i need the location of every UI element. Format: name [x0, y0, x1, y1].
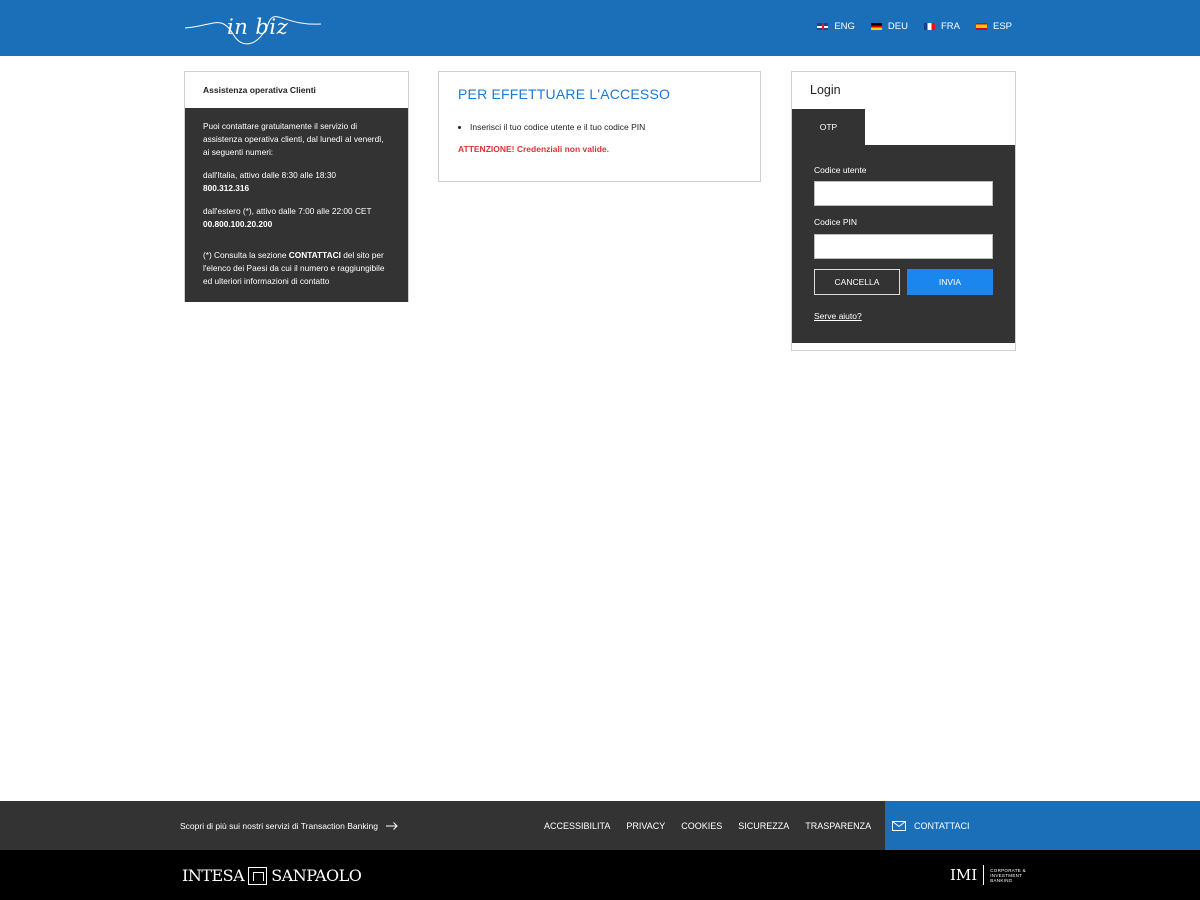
assistance-title: Assistenza operativa Clienti [185, 72, 408, 108]
discover-link[interactable]: Scopri di più sui nostri servizi di Tran… [180, 821, 398, 831]
lang-eng[interactable]: ENG [817, 21, 855, 32]
arrow-right-icon [385, 822, 398, 830]
lang-fra[interactable]: FRA [923, 21, 960, 32]
lang-esp[interactable]: ESP [975, 21, 1012, 32]
discover-label: Scopri di più sui nostri servizi di Tran… [180, 821, 378, 831]
access-instructions: Inserisci il tuo codice utente e il tuo … [458, 122, 741, 132]
assistance-body: Puoi contattare gratuitamente il servizi… [185, 108, 408, 302]
imi-logo: IMI CORPORATE & INVESTMENT BANKING [950, 865, 1026, 885]
intesa-emblem-icon [248, 866, 268, 885]
brand-sub-3: BANKING [990, 877, 1013, 883]
uk-flag-icon [817, 23, 829, 30]
inbiz-logo[interactable]: in biz [183, 4, 323, 52]
italy-label: dall'Italia, attivo dalle 8:30 alle 18:3… [203, 170, 337, 180]
lang-deu[interactable]: DEU [870, 21, 908, 32]
lang-fra-label: FRA [940, 21, 960, 32]
pin-code-input[interactable] [814, 234, 993, 259]
brand-left-a: INTESA [182, 866, 245, 885]
footer-bar: Scopri di più sui nostri servizi di Tran… [0, 801, 1200, 850]
footer-link-privacy[interactable]: PRIVACY [626, 821, 665, 831]
germany-flag-icon [870, 23, 882, 30]
france-flag-icon [923, 23, 935, 30]
top-header: in biz ENG DEU FRA ESP [0, 0, 1200, 56]
lang-deu-label: DEU [887, 21, 908, 32]
lang-eng-label: ENG [834, 21, 855, 32]
spain-flag-icon [975, 23, 987, 30]
footer-links: ACCESSIBILITA PRIVACY COOKIES SICUREZZA … [544, 821, 871, 831]
abroad-label: dall'estero (*), attivo dalle 7:00 alle … [203, 206, 372, 216]
logo-text: in biz [227, 15, 289, 39]
abroad-number: 00.800.100.20.200 [203, 219, 273, 229]
brand-subtitle: CORPORATE & INVESTMENT BANKING [990, 868, 1026, 883]
intesa-sanpaolo-logo: INTESA SANPAOLO [182, 866, 362, 885]
login-form: Codice utente Codice PIN CANCELLA INVIA … [792, 145, 1015, 343]
error-message: ATTENZIONE! Credenziali non valide. [458, 144, 609, 154]
help-link[interactable]: Serve aiuto? [814, 311, 862, 321]
contact-button[interactable]: CONTATTACI [885, 801, 1200, 850]
brand-left-b: SANPAOLO [271, 866, 362, 885]
login-card: Login OTP Codice utente Codice PIN CANCE… [791, 71, 1016, 351]
access-instruction-item: Inserisci il tuo codice utente e il tuo … [470, 122, 741, 132]
cancel-button[interactable]: CANCELLA [814, 269, 900, 295]
assistance-note: (*) Consulta la sezione CONTATTACI del s… [203, 249, 390, 288]
footer-link-sicurezza[interactable]: SICUREZZA [738, 821, 789, 831]
lang-esp-label: ESP [992, 21, 1012, 32]
footer-link-cookies[interactable]: COOKIES [681, 821, 722, 831]
language-switcher: ENG DEU FRA ESP [817, 21, 1012, 32]
tab-otp[interactable]: OTP [792, 109, 865, 145]
italy-number: 800.312.316 [203, 183, 250, 193]
user-code-label: Codice utente [814, 165, 867, 175]
footer-link-accessibilita[interactable]: ACCESSIBILITA [544, 821, 610, 831]
login-title: Login [810, 83, 841, 97]
brand-divider [983, 865, 985, 885]
user-code-input[interactable] [814, 181, 993, 206]
mail-icon [892, 820, 906, 831]
access-info-card: PER EFFETTUARE L'ACCESSO Inserisci il tu… [438, 71, 761, 182]
footer-link-trasparenza[interactable]: TRASPARENZA [805, 821, 871, 831]
assistance-italy: dall'Italia, attivo dalle 8:30 alle 18:3… [203, 169, 390, 195]
note-prefix: (*) Consulta la sezione [203, 250, 287, 260]
assistance-abroad: dall'estero (*), attivo dalle 7:00 alle … [203, 205, 390, 231]
brand-bar: INTESA SANPAOLO IMI CORPORATE & INVESTME… [0, 850, 1200, 900]
submit-button[interactable]: INVIA [907, 269, 993, 295]
pin-code-label: Codice PIN [814, 217, 857, 227]
assistance-card: Assistenza operativa Clienti Puoi contat… [184, 71, 409, 302]
contact-label: CONTATTACI [914, 820, 970, 831]
assistance-intro: Puoi contattare gratuitamente il servizi… [203, 121, 384, 157]
brand-imi: IMI [950, 866, 978, 884]
note-contact-link[interactable]: CONTATTACI [289, 250, 341, 260]
access-title: PER EFFETTUARE L'ACCESSO [458, 86, 671, 102]
